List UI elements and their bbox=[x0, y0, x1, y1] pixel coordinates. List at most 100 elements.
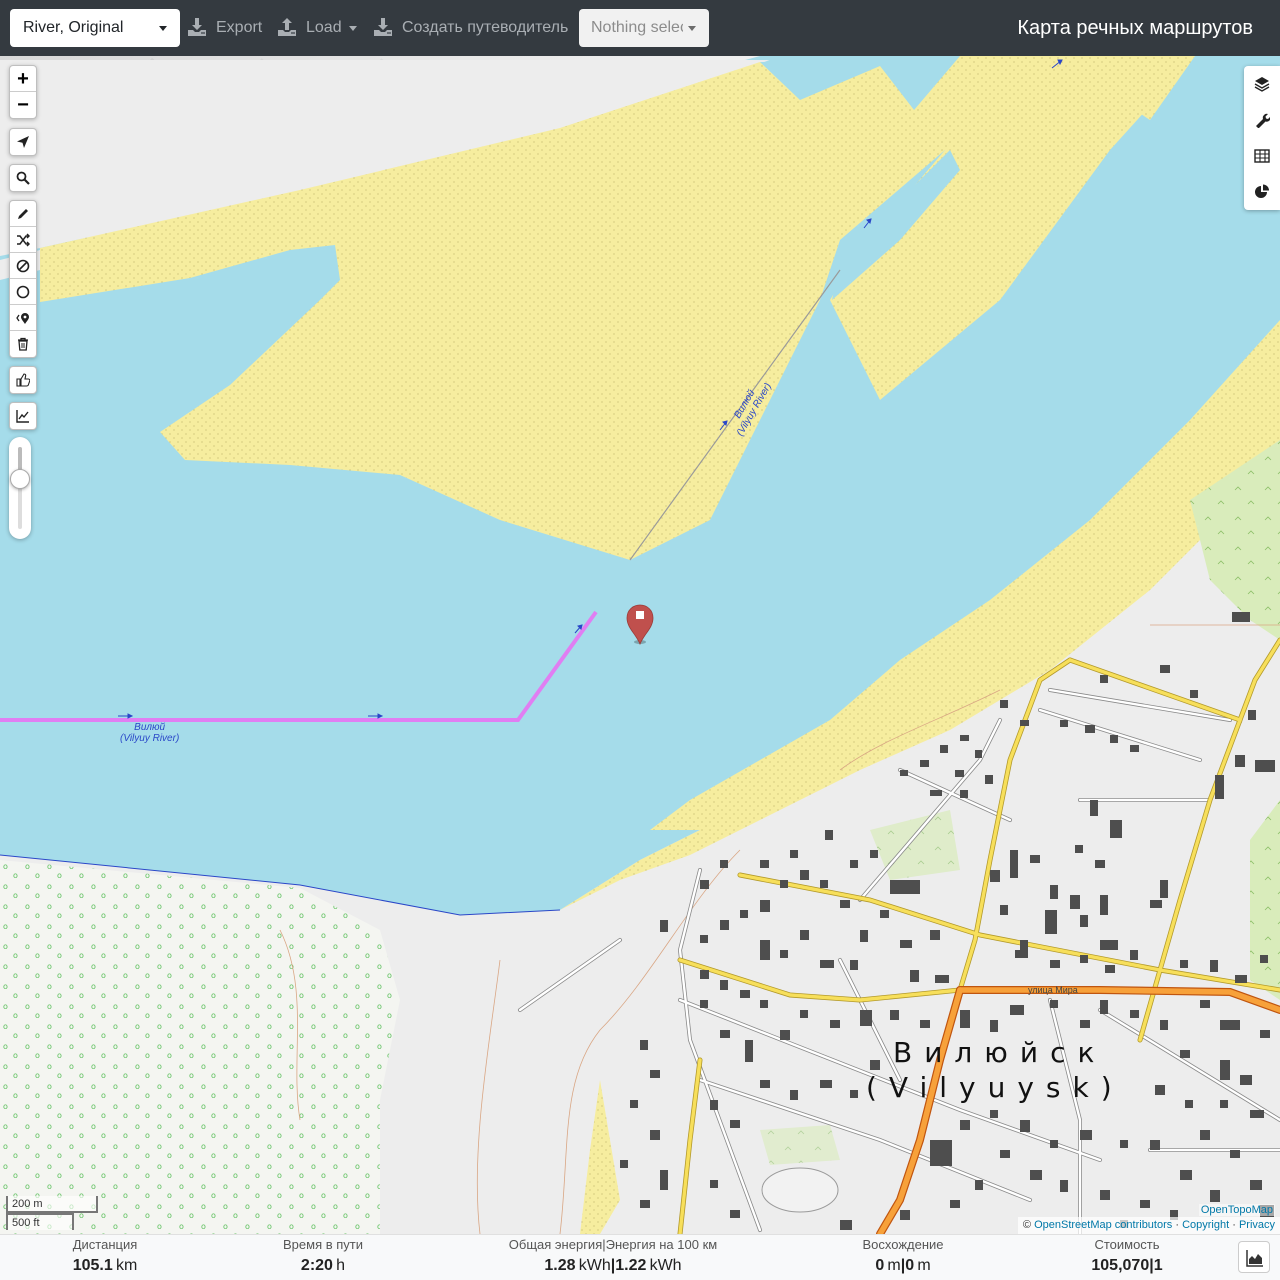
city-label-en: (Vilyuysk) bbox=[866, 1071, 1124, 1104]
top-navbar: River, Original Export Load Создать путе… bbox=[0, 0, 1280, 56]
stat-time-value: 2:20 bbox=[300, 1257, 333, 1274]
minus-icon: − bbox=[17, 94, 29, 116]
delete-route-button[interactable] bbox=[10, 331, 36, 357]
draw-toolbar bbox=[9, 200, 37, 358]
analysis-button[interactable] bbox=[1244, 174, 1280, 210]
vote-control bbox=[9, 366, 37, 394]
stat-cost-value-wrap: 105,070|1 bbox=[1062, 1254, 1192, 1278]
profile-select-value: River, Original bbox=[23, 19, 124, 36]
stat-energy-per100: 1.22 bbox=[615, 1257, 647, 1274]
layers-button[interactable] bbox=[1244, 66, 1280, 102]
poi-tool-button[interactable] bbox=[10, 305, 36, 331]
location-arrow-icon bbox=[17, 136, 29, 148]
scale-metric: 200 m bbox=[6, 1196, 98, 1213]
settings-button[interactable] bbox=[1244, 102, 1280, 138]
stat-time-unit: h bbox=[336, 1257, 346, 1274]
track-select-value: Nothing selected bbox=[591, 19, 683, 36]
city-label-ru: Вилюйск bbox=[893, 1036, 1107, 1069]
stat-time-value-wrap: 2:20 h bbox=[258, 1254, 388, 1278]
trash-icon bbox=[18, 337, 28, 351]
stat-distance-unit: km bbox=[115, 1257, 138, 1274]
area-chart-icon bbox=[1246, 1250, 1263, 1267]
track-select[interactable]: Nothing selected bbox=[579, 9, 709, 47]
stat-energy-value-wrap: 1.28 kWh|1.22 kWh bbox=[488, 1254, 738, 1278]
stat-cost: Стоимость 105,070|1 bbox=[1062, 1235, 1192, 1280]
river-label-west: Вилюй (Vilyuy River) bbox=[120, 722, 179, 744]
privacy-link[interactable]: Privacy bbox=[1239, 1219, 1275, 1231]
upload-icon bbox=[278, 18, 296, 36]
app-title: Карта речных маршрутов bbox=[1017, 17, 1253, 39]
scale-bar: 200 m 500 ft bbox=[6, 1196, 98, 1230]
shuffle-icon bbox=[17, 233, 30, 247]
street-label: улица Мира bbox=[1028, 985, 1078, 995]
stat-energy-total: 1.28 bbox=[544, 1257, 576, 1274]
line-chart-icon bbox=[16, 410, 29, 423]
map-view[interactable]: o o bbox=[0, 56, 1280, 1234]
stat-distance: Дистанция 105.1 km bbox=[40, 1235, 170, 1280]
opacity-slider[interactable] bbox=[9, 437, 31, 539]
load-label: Load bbox=[306, 19, 342, 36]
ban-icon bbox=[16, 259, 30, 273]
stat-energy-total-unit: kWh bbox=[578, 1257, 611, 1274]
stat-ascent-up: 0 bbox=[875, 1257, 885, 1274]
draw-route-button[interactable] bbox=[10, 201, 36, 227]
elevation-profile-button[interactable] bbox=[1238, 1241, 1270, 1273]
stat-energy-per100-unit: kWh bbox=[649, 1257, 682, 1274]
stat-cost-turncost: 1 bbox=[1153, 1257, 1163, 1274]
chevron-down-icon bbox=[688, 26, 696, 31]
chevron-down-icon bbox=[159, 26, 167, 31]
load-button[interactable]: Load bbox=[277, 9, 362, 47]
river-label-west-en: (Vilyuy River) bbox=[120, 733, 180, 744]
create-guide-label: Создать путеводитель bbox=[402, 19, 569, 36]
stat-energy-title: Общая энергия|Энергия на 100 км bbox=[508, 1237, 718, 1252]
stat-energy: Общая энергия|Энергия на 100 км 1.28 kWh… bbox=[488, 1235, 738, 1280]
layers-icon bbox=[1254, 77, 1270, 92]
river-label-west-ru: Вилюй bbox=[134, 722, 166, 733]
search-control bbox=[9, 164, 37, 192]
download-icon bbox=[374, 18, 392, 36]
copyright-link[interactable]: Copyright bbox=[1182, 1219, 1229, 1231]
search-icon bbox=[16, 171, 30, 185]
stat-travel-time: Время в пути 2:20 h bbox=[258, 1235, 388, 1280]
locate-control bbox=[9, 128, 37, 156]
create-guide-button[interactable]: Создать путеводитель bbox=[373, 9, 573, 47]
chevron-down-icon bbox=[349, 26, 357, 31]
zoom-in-button[interactable]: + bbox=[10, 66, 36, 92]
attribution-separator: · bbox=[1232, 1219, 1236, 1231]
feedback-button[interactable] bbox=[10, 367, 36, 393]
export-label: Export bbox=[216, 19, 263, 36]
stat-ascent: Восхождение 0 m|0 m bbox=[838, 1235, 968, 1280]
circle-icon bbox=[16, 285, 30, 299]
stat-ascent-down: 0 bbox=[905, 1257, 915, 1274]
pie-chart-icon bbox=[1255, 184, 1269, 198]
no-go-area-button[interactable] bbox=[10, 253, 36, 279]
wrench-icon bbox=[1256, 113, 1270, 128]
stat-distance-title: Дистанция bbox=[72, 1237, 138, 1252]
opentopomap-link[interactable]: OpenTopoMap bbox=[1198, 1204, 1275, 1216]
stat-ascent-down-unit: m bbox=[917, 1257, 931, 1274]
osm-contributors-link[interactable]: OpenStreetMap contributors bbox=[1034, 1219, 1172, 1231]
locate-button[interactable] bbox=[10, 129, 36, 155]
table-icon bbox=[1254, 149, 1270, 163]
opacity-slider-handle[interactable] bbox=[10, 468, 30, 489]
zoom-out-button[interactable]: − bbox=[10, 92, 36, 118]
map-pin-icon bbox=[16, 313, 29, 324]
stat-cost-title: Стоимость bbox=[1094, 1237, 1160, 1252]
stat-ascent-title: Восхождение bbox=[862, 1237, 944, 1252]
table-button[interactable] bbox=[1244, 138, 1280, 174]
elevation-chart-button[interactable] bbox=[10, 403, 36, 429]
circle-tool-button[interactable] bbox=[10, 279, 36, 305]
copyright-icon: © bbox=[1022, 1219, 1032, 1231]
download-icon bbox=[188, 18, 206, 36]
map-attribution: © OpenStreetMap contributors · Copyright… bbox=[1017, 1217, 1280, 1234]
attribution-separator: · bbox=[1175, 1219, 1179, 1231]
search-button[interactable] bbox=[10, 165, 36, 191]
pencil-icon bbox=[18, 209, 28, 219]
stat-ascent-up-unit: m bbox=[887, 1257, 901, 1274]
thumbs-up-icon bbox=[16, 373, 30, 387]
scale-imperial: 500 ft bbox=[6, 1213, 74, 1230]
app-root: River, Original Export Load Создать путе… bbox=[0, 0, 1280, 1280]
reverse-route-button[interactable] bbox=[10, 227, 36, 253]
profile-select[interactable]: River, Original bbox=[10, 9, 180, 47]
export-button[interactable]: Export bbox=[187, 9, 267, 47]
